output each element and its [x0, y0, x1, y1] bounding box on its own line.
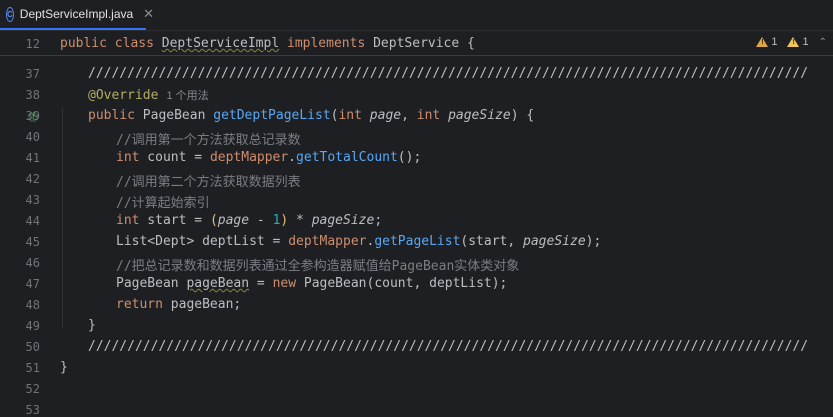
code-line-37: ////////////////////////////////////////…	[88, 66, 809, 81]
code-line-39: public PageBean getDeptPageList(int page…	[88, 108, 535, 123]
close-icon[interactable]: ✕	[143, 6, 154, 22]
line-number: 44	[25, 214, 40, 228]
usage-hint[interactable]: 1 个用法	[166, 90, 208, 102]
line-number: 47	[25, 277, 40, 291]
inspection-widget[interactable]: ! 1 ! 1 ⌃	[756, 36, 827, 48]
tab-label: DeptServiceImpl.java	[19, 7, 134, 21]
class-icon: C	[6, 6, 14, 22]
line-number: 38	[25, 88, 40, 102]
warning-count[interactable]: ! 1	[756, 36, 777, 48]
line-number: 52	[25, 382, 40, 396]
line-number: 49	[25, 319, 40, 333]
weak-warning-icon: !	[787, 37, 800, 47]
code-line-50: ////////////////////////////////////////…	[88, 339, 809, 354]
code-line-49: }	[88, 318, 96, 333]
code-line-40: //调用第一个方法获取总记录数	[116, 133, 301, 148]
sticky-header[interactable]: 12 public class DeptServiceImpl implemen…	[0, 31, 833, 56]
line-number: 48	[25, 298, 40, 312]
code-line-43: //计算起始索引	[116, 196, 210, 211]
code-line-46: //把总记录数和数据列表通过全参构造器赋值给PageBean实体类对象	[116, 259, 520, 274]
line-number: 50	[25, 340, 40, 354]
weak-warning-count[interactable]: ! 1	[787, 36, 809, 48]
line-number: 46	[25, 256, 40, 270]
code-line-51: }	[60, 360, 68, 375]
line-number: 45	[25, 235, 40, 249]
tab-dept-service-impl[interactable]: C DeptServiceImpl.java ✕	[0, 0, 154, 30]
sticky-code-line: public class DeptServiceImpl implements …	[60, 36, 475, 51]
code-line-47: PageBean pageBean = new PageBean(count, …	[116, 276, 508, 291]
code-line-42: //调用第二个方法获取数据列表	[116, 175, 301, 190]
line-number: 40	[25, 130, 40, 144]
line-number: 41	[25, 151, 40, 165]
code-line-45: List<Dept> deptList = deptMapper.getPage…	[116, 234, 602, 249]
chevron-up-icon[interactable]: ⌃	[819, 37, 827, 48]
code-line-41: int count = deptMapper.getTotalCount();	[116, 150, 422, 165]
code-line-38: @Override 1 个用法	[88, 88, 209, 103]
line-number: 42	[25, 172, 40, 186]
code-editor[interactable]: 37 /////////////////////////////////////…	[0, 57, 833, 417]
implements-method-icon[interactable]: ⓵	[28, 109, 40, 124]
line-number: 12	[25, 37, 40, 51]
indent-guide	[62, 108, 63, 328]
line-number: 37	[25, 67, 40, 81]
line-number: 43	[25, 193, 40, 207]
code-line-44: int start = (page - 1) * pageSize;	[116, 213, 383, 228]
code-line-48: return pageBean;	[116, 297, 242, 312]
editor-tab-bar: C DeptServiceImpl.java ✕	[0, 0, 833, 31]
warning-icon: !	[756, 37, 769, 47]
line-number: 51	[25, 361, 40, 375]
